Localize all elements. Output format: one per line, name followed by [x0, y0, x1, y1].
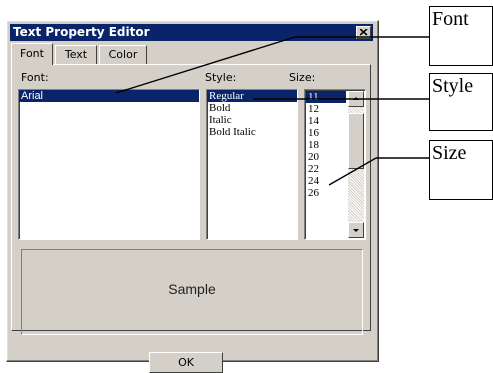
font-callout-line — [115, 36, 296, 94]
tab-font[interactable]: Font — [11, 43, 53, 65]
style-callout: Style — [429, 73, 493, 131]
size-callout: Size — [429, 140, 493, 200]
size-callout-line — [328, 157, 377, 186]
font-callout: Font — [429, 6, 493, 66]
callout-lines — [115, 36, 430, 186]
tab-font-label: Font — [20, 47, 44, 60]
